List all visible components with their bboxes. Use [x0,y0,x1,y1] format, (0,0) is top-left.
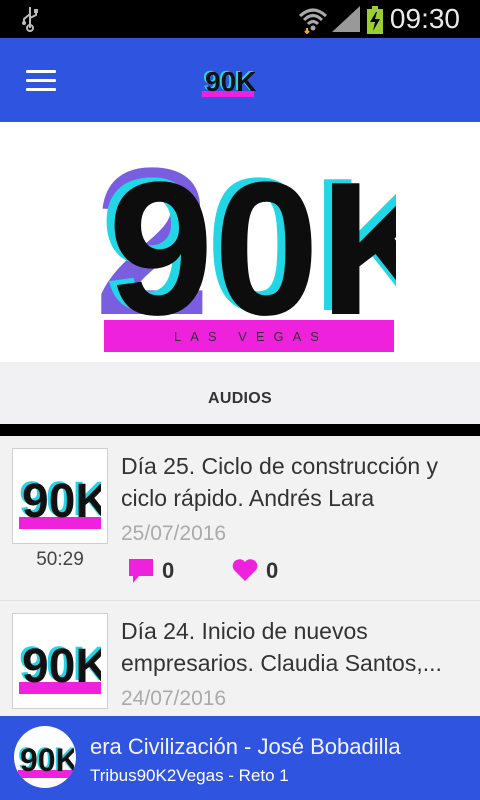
comment-icon[interactable] [128,558,154,584]
player-subtitle: Tribus90K2Vegas - Reto 1 [90,766,289,785]
heart-icon[interactable] [232,558,258,582]
hero-logo: 2 LAS VEGAS 90K 90K [96,128,396,354]
status-bar: 09:30 [0,0,480,38]
section-title: AUDIOS [207,390,273,407]
app-logo: 90K 90K [202,65,256,97]
item-duration: 50:29 [36,549,84,570]
comment-count: 0 [162,558,175,583]
hero-banner: 2 LAS VEGAS 90K 90K [0,122,480,362]
item-thumbnail: 90K 90K [12,448,108,544]
svg-text:90K: 90K [20,742,74,778]
battery-charging-icon [367,6,383,34]
divider-bar [0,424,480,436]
hamburger-menu-icon[interactable] [26,70,56,92]
signal-icon [332,6,360,32]
list-item[interactable]: 90K 90K Día 24. Inicio de nuevos empresa… [0,601,480,716]
item-title[interactable]: Día 24. Inicio de nuevos empresarios. Cl… [121,615,461,679]
usb-icon [22,7,38,32]
svg-text:90K: 90K [205,66,256,97]
svg-text:90K: 90K [108,143,396,354]
item-title[interactable]: Día 25. Ciclo de construcción y ciclo rá… [121,450,461,514]
item-thumbnail: 90K 90K [12,613,108,709]
player-artwork: 90K 90K [14,726,76,788]
item-date: 25/07/2016 [121,522,227,545]
mini-player[interactable]: 90K 90K era Civilización - José Bobadill… [0,716,480,800]
wifi-icon [298,8,328,34]
status-clock: 09:30 [389,3,460,34]
item-date: 24/07/2016 [121,687,227,710]
like-count: 0 [266,558,279,583]
app-bar: 90K 90K [0,38,480,122]
svg-text:90K: 90K [22,640,101,693]
section-header: AUDIOS [0,362,480,424]
svg-text:90K: 90K [22,475,101,528]
audio-list: 90K 90K 50:29 Día 25. Ciclo de construcc… [0,436,480,716]
list-item[interactable]: 90K 90K 50:29 Día 25. Ciclo de construcc… [0,436,480,601]
player-title: era Civilización - José Bobadilla [90,734,401,759]
